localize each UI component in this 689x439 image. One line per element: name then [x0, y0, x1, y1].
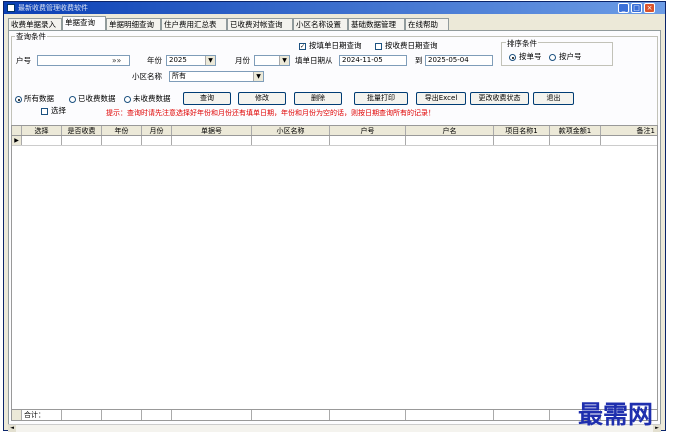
scroll-left-icon[interactable]: ◄ — [8, 425, 16, 432]
batch-print-button[interactable]: 批量打印 — [354, 92, 408, 105]
select-label: 选择 — [51, 106, 66, 115]
row-indicator-summary — [12, 410, 22, 420]
results-grid[interactable]: 选择 是否收费 年份 月份 单据号 小区名称 户号 户名 项目名称1 款项金额1… — [11, 125, 658, 421]
table-row[interactable]: ▶ — [12, 136, 657, 146]
filter-unpaid-radio[interactable] — [124, 96, 131, 103]
by-fill-date-label: 按填单日期查询 — [309, 41, 362, 50]
query-conditions-legend: 查询条件 — [15, 31, 47, 42]
filter-all-radio[interactable] — [15, 96, 22, 103]
select-checkbox[interactable] — [41, 108, 48, 115]
close-button[interactable]: × — [644, 3, 655, 13]
main-window: 最新收费管理收费软件 _ □ × 收费单据录入 单据查询 单据明细查询 住户费用… — [3, 1, 666, 432]
filter-all-label: 所有数据 — [24, 94, 54, 103]
household-label: 户号 — [16, 56, 31, 65]
community-select[interactable]: 所有 ▼ — [169, 71, 264, 82]
chevron-down-icon: ▼ — [253, 72, 263, 81]
tab-fee-entry[interactable]: 收费单据录入 — [8, 18, 62, 30]
sort-conditions-legend: 排序条件 — [506, 38, 538, 49]
title-bar: 最新收费管理收费软件 _ □ × — [4, 2, 665, 14]
exit-button[interactable]: 退出 — [533, 92, 574, 105]
scroll-right-icon[interactable]: ► — [653, 425, 661, 432]
month-select[interactable]: ▼ — [254, 55, 290, 66]
delete-button[interactable]: 删除 — [294, 92, 342, 105]
row-indicator-header — [12, 126, 22, 135]
column-header[interactable]: 款项金额1 — [550, 126, 601, 135]
column-header[interactable]: 户名 — [406, 126, 494, 135]
column-header[interactable]: 是否收费 — [62, 126, 102, 135]
column-header[interactable]: 月份 — [142, 126, 172, 135]
date-to-input[interactable]: 2025-05-04 — [425, 55, 493, 66]
by-pay-date-label: 按收费日期查询 — [385, 41, 438, 50]
export-excel-button[interactable]: 导出Excel — [416, 92, 466, 105]
maximize-button[interactable]: □ — [631, 3, 642, 13]
tab-household-summary[interactable]: 住户费用汇总表 — [161, 18, 227, 30]
date-to-label: 到 — [415, 56, 423, 65]
sort-by-doc-radio[interactable] — [509, 54, 516, 61]
summary-row: 合计： — [12, 409, 657, 420]
tab-base-data[interactable]: 基础数据管理 — [348, 18, 405, 30]
community-value: 所有 — [172, 72, 186, 80]
filter-unpaid-label: 未收费数据 — [133, 94, 171, 103]
community-label: 小区名称 — [132, 72, 162, 81]
window-title: 最新收费管理收费软件 — [18, 4, 88, 12]
by-pay-date-checkbox[interactable] — [375, 43, 382, 50]
year-select[interactable]: 2025 ▼ — [166, 55, 216, 66]
filter-paid-radio[interactable] — [69, 96, 76, 103]
tab-doc-query[interactable]: 单据查询 — [62, 16, 106, 30]
sort-by-doc-label: 按单号 — [519, 52, 542, 61]
sort-by-house-radio[interactable] — [549, 54, 556, 61]
chevron-down-icon: ▼ — [279, 56, 289, 65]
tab-doc-detail-query[interactable]: 单据明细查询 — [106, 18, 161, 30]
column-header[interactable]: 户号 — [330, 126, 406, 135]
column-header[interactable]: 选择 — [22, 126, 62, 135]
household-lookup-button[interactable]: »» — [112, 56, 121, 66]
column-header[interactable]: 小区名称 — [252, 126, 330, 135]
sort-by-house-label: 按户号 — [559, 52, 582, 61]
minimize-button[interactable]: _ — [618, 3, 629, 13]
horizontal-scrollbar[interactable]: ◄ ► — [8, 424, 661, 432]
month-label: 月份 — [235, 56, 250, 65]
column-header[interactable]: 备注1 — [601, 126, 657, 135]
date-from-input[interactable]: 2024-11-05 — [339, 55, 407, 66]
year-value: 2025 — [169, 56, 187, 64]
hint-text: 提示：查询时请先注意选择好年份和月份还有填单日期，年份和月份为空的话，则按日期查… — [106, 109, 435, 117]
summary-label: 合计： — [22, 410, 62, 420]
by-fill-date-checkbox[interactable]: ✓ — [299, 43, 306, 50]
column-header[interactable]: 项目名称1 — [494, 126, 550, 135]
chevron-down-icon: ▼ — [205, 56, 215, 65]
date-from-label: 填单日期从 — [295, 56, 333, 65]
tab-online-help[interactable]: 在线帮助 — [405, 18, 449, 30]
query-panel: 查询条件 户号 »» 年份 2025 ▼ 月份 ▼ ✓ 按填单日期查询 按收费日… — [8, 30, 661, 428]
column-header[interactable]: 年份 — [102, 126, 142, 135]
change-status-button[interactable]: 更改收费状态 — [470, 92, 529, 105]
edit-button[interactable]: 修改 — [238, 92, 286, 105]
filter-paid-label: 已收费数据 — [78, 94, 116, 103]
current-row-icon: ▶ — [12, 136, 22, 145]
watermark-logo: 最需网 — [578, 400, 654, 429]
tab-paid-reconcile[interactable]: 已收费对帐查询 — [227, 18, 293, 30]
grid-header-row: 选择 是否收费 年份 月份 单据号 小区名称 户号 户名 项目名称1 款项金额1… — [12, 126, 657, 136]
year-label: 年份 — [147, 56, 162, 65]
column-header[interactable]: 单据号 — [172, 126, 252, 135]
app-icon — [7, 4, 15, 12]
query-button[interactable]: 查询 — [183, 92, 231, 105]
tab-community-settings[interactable]: 小区名称设置 — [293, 18, 348, 30]
